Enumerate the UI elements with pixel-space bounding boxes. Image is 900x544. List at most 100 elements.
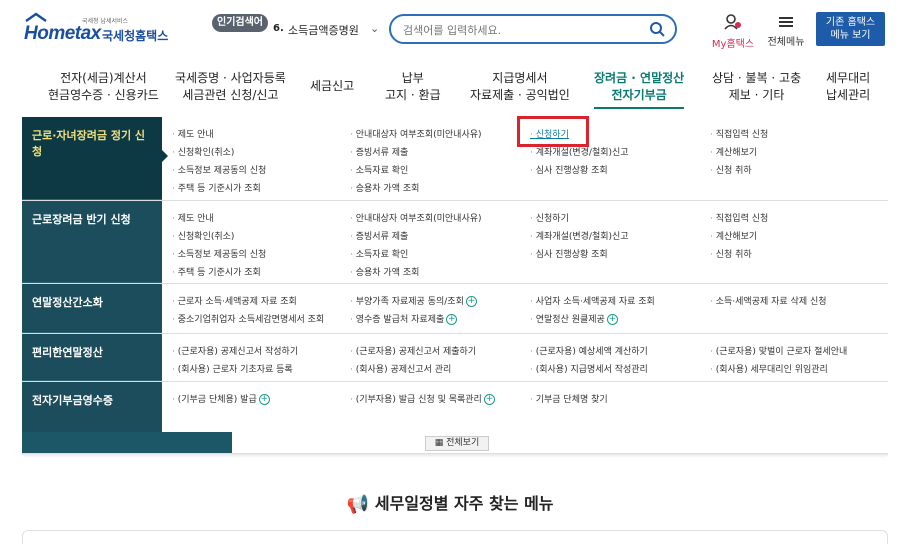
popular-search-badge: 인기검색어 (212, 14, 268, 32)
menu-link[interactable]: (회사용) 공제신고서 관리 (350, 362, 452, 375)
plus-icon[interactable]: + (483, 394, 495, 405)
menu-link[interactable]: 승용차 가액 조회 (350, 265, 420, 278)
nav-item-tax-agent[interactable]: 세무대리 납세관리 (826, 70, 870, 104)
popular-search-rank: 6. (273, 23, 284, 34)
menu-link[interactable]: 신청하기 (530, 211, 569, 224)
plus-icon[interactable]: + (606, 314, 618, 325)
nav-label-line1: 세무대리 (826, 71, 871, 85)
nav-item-incentive[interactable]: 장려금 · 연말정산 전자기부금 (594, 70, 685, 109)
menu-link[interactable]: 사업자 소득·세액공제 자료 조회 (530, 294, 655, 307)
nav-label-line1: 장려금 · 연말정산 (594, 71, 685, 85)
my-hometax-button[interactable]: My홈택스 (708, 14, 758, 50)
menu-link[interactable]: 기부금 단체명 찾기 (530, 392, 608, 405)
menu-link[interactable]: 근로자 소득·세액공제 자료 조회 (172, 294, 297, 307)
menu-link[interactable]: (기부금 단체용) 발급+ (172, 392, 270, 405)
see-all-button[interactable]: ▦ 전체보기 (425, 436, 489, 451)
search-box (389, 14, 677, 44)
menu-category-year-end-simplified[interactable]: 연말정산간소화 (22, 284, 162, 333)
menu-link[interactable]: (회사용) 지급명세서 작성관리 (530, 362, 648, 375)
menu-link[interactable]: 중소기업취업자 소득세감면명세서 조회 (172, 312, 324, 325)
menu-link[interactable]: (근로자용) 예상세액 계산하기 (530, 344, 648, 357)
all-menu-button[interactable]: 전체메뉴 (764, 14, 808, 48)
menu-link[interactable]: 연말정산 원클제공+ (530, 312, 618, 325)
active-underline (594, 107, 685, 109)
plus-icon[interactable]: + (258, 394, 270, 405)
nav-label-line1: 납부 (401, 71, 424, 85)
plus-icon[interactable]: + (465, 296, 477, 307)
menu-link[interactable]: 소득자료 확인 (350, 163, 409, 176)
menu-link[interactable]: 신청확인(취소) (172, 145, 235, 158)
menu-link[interactable]: (근로자용) 맞벌이 근로자 절세안내 (710, 344, 848, 357)
menu-link[interactable]: 증빙서류 제출 (350, 229, 409, 242)
menu-category-easy-year-end[interactable]: 편리한연말정산 (22, 334, 162, 381)
user-icon (724, 14, 741, 30)
plus-icon[interactable]: + (446, 314, 458, 325)
nav-label-line2: 전자기부금 (611, 88, 667, 102)
nav-item-tax-filing[interactable]: 세금신고 (310, 78, 354, 95)
menu-link[interactable]: 심사 진행상황 조회 (530, 163, 608, 176)
menu-link[interactable]: 안내대상자 여부조회(미안내사유) (350, 211, 482, 224)
menu-link-text: 연말정산 원클제공 (535, 315, 605, 325)
legacy-menu-button[interactable]: 기존 홈택스 메뉴 보기 (816, 12, 885, 46)
menu-link-text: 영수증 발급처 자료제출 (355, 315, 445, 325)
menu-link[interactable]: 신청확인(취소) (172, 229, 235, 242)
nav-item-payment[interactable]: 납부 고지 · 환급 (385, 70, 441, 104)
menu-link[interactable]: 소득자료 확인 (350, 247, 409, 260)
menu-category-label: 연말정산간소화 (32, 296, 103, 309)
menu-link[interactable]: 계좌개설(변경/철회)신고 (530, 229, 629, 242)
mega-menu: 근로·자녀장려금 정기 신청 제도 안내 신청확인(취소) 소득정보 제공동의 … (22, 117, 888, 453)
menu-category-half-year[interactable]: 근로장려금 반기 신청 (22, 201, 162, 283)
menu-link[interactable]: 부양가족 자료제공 동의/조회+ (350, 294, 477, 307)
menu-link[interactable]: 안내대상자 여부조회(미안내사유) (350, 127, 482, 140)
menu-link[interactable]: (근로자용) 공제신고서 작성하기 (172, 344, 298, 357)
megaphone-icon: 📢 (346, 494, 369, 515)
menu-category-label: 편리한연말정산 (32, 346, 103, 359)
menu-link[interactable]: 소득정보 제공동의 신청 (172, 163, 267, 176)
menu-category-regular-incentive[interactable]: 근로·자녀장려금 정기 신청 (22, 117, 168, 200)
menu-category-label: 근로장려금 반기 신청 (32, 213, 131, 226)
nav-item-consultation[interactable]: 상담 · 불복 · 고충 제보 · 기타 (712, 70, 801, 104)
logo-korean: 국세청홈택스 (102, 29, 169, 43)
nav-item-payment-statement[interactable]: 지급명세서 자료제출 · 공익법인 (470, 70, 570, 104)
menu-category-donation-receipt[interactable]: 전자기부금영수증 (22, 382, 162, 432)
legacy-menu-line1: 기존 홈택스 (825, 17, 876, 28)
menu-link[interactable]: 소득정보 제공동의 신청 (172, 247, 267, 260)
popular-search-term[interactable]: 소득금액증명원 (288, 22, 359, 38)
menu-link[interactable]: 직접입력 신청 (710, 211, 769, 224)
nav-label-line2: 납세관리 (826, 88, 871, 102)
menu-link[interactable]: 직접입력 신청 (710, 127, 769, 140)
menu-link[interactable]: (회사용) 근로자 기초자료 등록 (172, 362, 293, 375)
search-icon[interactable] (649, 21, 665, 37)
menu-link[interactable]: 영수증 발급처 자료제출+ (350, 312, 458, 325)
all-menu-label: 전체메뉴 (767, 37, 805, 48)
header: 국세청 납세서비스 Hometax 국세청홈택스 인기검색어 6. 소득금액증명… (0, 0, 900, 60)
menu-link[interactable]: 승용차 가액 조회 (350, 181, 420, 194)
nav-label-line2: 제보 · 기타 (728, 88, 785, 102)
menu-link[interactable]: 심사 진행상황 조회 (530, 247, 608, 260)
menu-link[interactable]: 소득·세액공제 자료 삭제 신청 (710, 294, 827, 307)
menu-link[interactable]: 증빙서류 제출 (350, 145, 409, 158)
menu-link[interactable]: (회사용) 세무대리인 위임관리 (710, 362, 828, 375)
menu-link[interactable]: 제도 안내 (172, 211, 214, 224)
my-hometax-label: My홈택스 (711, 39, 755, 50)
menu-link[interactable]: 주택 등 기준시가 조회 (172, 265, 261, 278)
nav-label-line2: 고지 · 환급 (385, 88, 441, 102)
chevron-down-icon[interactable]: ⌄ (370, 22, 379, 35)
menu-link[interactable]: (기부자용) 발급 신청 및 목록관리+ (350, 392, 495, 405)
menu-link-text: 부양가족 자료제공 동의/조회 (355, 297, 464, 307)
search-input[interactable] (403, 21, 643, 39)
nav-label-line1: 세금신고 (310, 79, 355, 93)
menu-link[interactable]: 신청 취하 (710, 247, 752, 260)
nav-item-certificate[interactable]: 국세증명 · 사업자등록 세금관련 신청/신고 (175, 70, 286, 104)
nav-label-line2: 현금영수증 · 신용카드 (48, 88, 159, 102)
menu-link[interactable]: (근로자용) 공제신고서 제출하기 (350, 344, 476, 357)
menu-link[interactable]: 주택 등 기준시가 조회 (172, 181, 261, 194)
nav-label-line1: 상담 · 불복 · 고충 (712, 71, 802, 85)
menu-category-label: 전자기부금영수증 (32, 394, 113, 407)
menu-link[interactable]: 계산해보기 (710, 229, 757, 242)
nav-item-tax-invoice[interactable]: 전자(세금)계산서 현금영수증 · 신용카드 (48, 70, 159, 104)
menu-link[interactable]: 신청 취하 (710, 163, 752, 176)
menu-link[interactable]: 계산해보기 (710, 145, 757, 158)
hometax-logo[interactable]: 국세청 납세서비스 Hometax 국세청홈택스 (22, 12, 172, 46)
menu-link[interactable]: 제도 안내 (172, 127, 214, 140)
